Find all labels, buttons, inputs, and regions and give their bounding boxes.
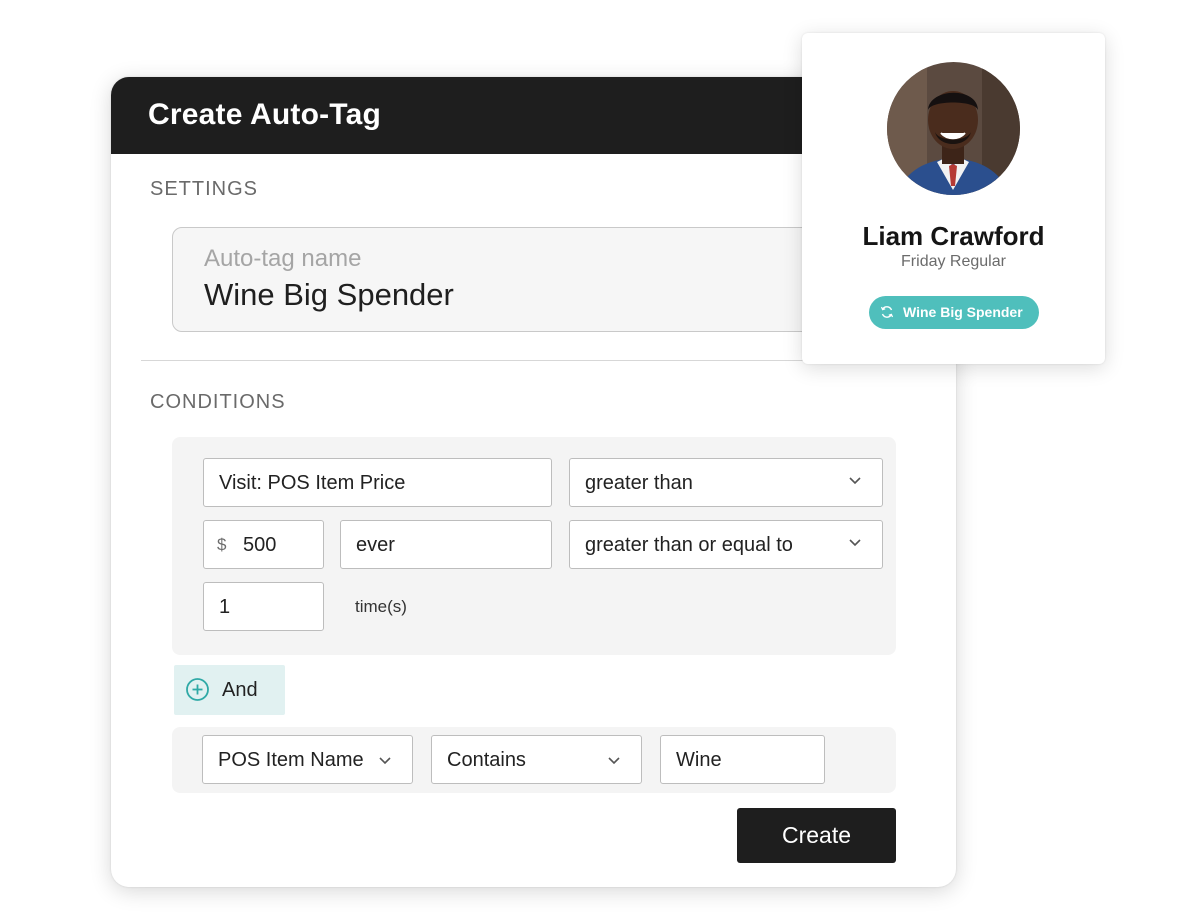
amount-input[interactable]: $ 500	[203, 520, 324, 569]
chevron-down-icon	[379, 757, 391, 765]
auto-tag-badge-label: Wine Big Spender	[903, 304, 1023, 320]
item-value: Wine	[676, 749, 722, 771]
count-value: 1	[219, 596, 231, 618]
timeframe-value: ever	[356, 534, 395, 556]
auto-tag-name-value[interactable]: Wine Big Spender	[204, 277, 454, 313]
condition-operator-value: greater than	[585, 472, 693, 494]
item-attribute-select[interactable]: POS Item Name	[202, 735, 413, 784]
and-button-label: And	[222, 679, 258, 701]
item-attribute-value: POS Item Name	[218, 749, 364, 771]
condition-attribute-value: Visit: POS Item Price	[219, 472, 406, 494]
create-button[interactable]: Create	[737, 808, 896, 863]
auto-tag-name-field[interactable]: Auto-tag name Wine Big Spender	[172, 227, 912, 332]
settings-heading: SETTINGS	[150, 178, 259, 200]
item-value-input[interactable]: Wine	[660, 735, 825, 784]
auto-tag-name-label: Auto-tag name	[204, 245, 362, 272]
condition-attribute-field[interactable]: Visit: POS Item Price	[203, 458, 552, 507]
auto-tag-badge: Wine Big Spender	[869, 296, 1039, 329]
timeframe-field[interactable]: ever	[340, 520, 552, 569]
condition-group-1: Visit: POS Item Price greater than $ 500…	[172, 437, 896, 655]
guest-subtitle: Friday Regular	[901, 253, 1006, 270]
plus-circle-icon	[186, 678, 209, 701]
chevron-down-icon	[849, 477, 861, 485]
avatar-photo	[887, 62, 1020, 195]
conditions-heading: CONDITIONS	[150, 391, 286, 413]
avatar	[887, 62, 1020, 195]
chevron-down-icon	[608, 757, 620, 765]
add-and-condition-button[interactable]: And	[174, 665, 285, 715]
guest-profile-card: Liam Crawford Friday Regular Wine Big Sp…	[802, 33, 1105, 364]
count-operator-value: greater than or equal to	[585, 534, 793, 556]
item-operator-select[interactable]: Contains	[431, 735, 642, 784]
count-operator-select[interactable]: greater than or equal to	[569, 520, 883, 569]
currency-symbol: $	[217, 535, 227, 554]
condition-group-2: POS Item Name Contains Wine	[172, 727, 896, 793]
guest-name: Liam Crawford	[862, 221, 1045, 251]
amount-value: 500	[243, 534, 277, 556]
count-input[interactable]: 1	[203, 582, 324, 631]
condition-operator-select[interactable]: greater than	[569, 458, 883, 507]
count-unit-label: time(s)	[355, 597, 407, 616]
sync-icon	[880, 306, 894, 318]
modal-title: Create Auto-Tag	[148, 98, 382, 131]
chevron-down-icon	[849, 539, 861, 547]
item-operator-value: Contains	[447, 749, 526, 771]
